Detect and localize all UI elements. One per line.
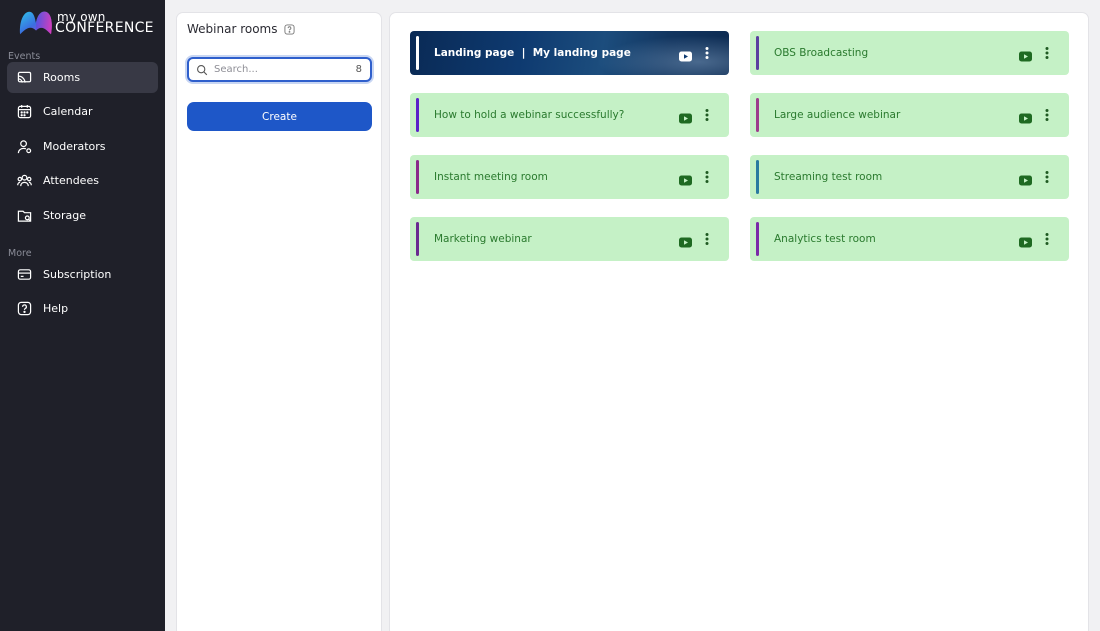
help-icon	[16, 301, 32, 317]
room-name: Large audience webinar	[774, 109, 901, 121]
more-options-icon[interactable]	[1041, 46, 1053, 60]
room-card[interactable]: How to hold a webinar successfully?	[410, 93, 729, 137]
youtube-icon	[679, 109, 692, 124]
more-options-icon[interactable]	[1041, 108, 1053, 122]
sidebar-item-label: Storage	[43, 209, 87, 222]
room-card[interactable]: OBS Broadcasting	[750, 31, 1069, 75]
more-options-icon[interactable]	[701, 46, 713, 60]
more-options-icon[interactable]	[1041, 170, 1053, 184]
sidebar-item-label: Attendees	[43, 174, 99, 187]
room-card[interactable]: Streaming test room	[750, 155, 1069, 199]
sidebar-item-label: Rooms	[43, 71, 81, 84]
room-name: Marketing webinar	[434, 233, 532, 245]
card-icon	[16, 267, 32, 283]
sidebar-item-label: Moderators	[43, 140, 106, 153]
room-accent-bar	[416, 98, 419, 132]
room-card[interactable]: Analytics test room	[750, 217, 1069, 261]
room-card[interactable]: Large audience webinar	[750, 93, 1069, 137]
search-result-count: 8	[355, 64, 362, 75]
sidebar: my own CONFERENCE Events Rooms Calendar …	[0, 0, 165, 631]
panel-title-row: Webinar rooms	[187, 22, 295, 36]
more-options-icon[interactable]	[701, 108, 713, 122]
more-options-icon[interactable]	[701, 232, 713, 246]
cast-icon	[16, 70, 32, 86]
events-section-label: Events	[8, 51, 41, 62]
calendar-icon	[16, 104, 32, 120]
youtube-icon	[1019, 47, 1032, 62]
youtube-icon	[1019, 233, 1032, 248]
sidebar-item-storage[interactable]: Storage	[7, 200, 158, 231]
room-name: Landing page | My landing page	[434, 47, 631, 59]
youtube-icon	[1019, 171, 1032, 186]
room-accent-bar	[756, 98, 759, 132]
sidebar-item-attendees[interactable]: Attendees	[7, 165, 158, 196]
youtube-icon	[679, 171, 692, 186]
rooms-grid: Landing page | My landing page OBS Broad…	[389, 12, 1089, 631]
room-accent-bar	[416, 160, 419, 194]
room-name: How to hold a webinar successfully?	[434, 109, 625, 121]
sidebar-item-subscription[interactable]: Subscription	[7, 259, 158, 290]
room-card[interactable]: Instant meeting room	[410, 155, 729, 199]
room-accent-bar	[756, 36, 759, 70]
room-accent-bar	[756, 222, 759, 256]
room-name: Analytics test room	[774, 233, 876, 245]
create-button[interactable]: Create	[187, 102, 372, 131]
sidebar-item-label: Subscription	[43, 268, 112, 281]
room-name: Streaming test room	[774, 171, 883, 183]
room-accent-bar	[416, 36, 419, 70]
more-section-label: More	[8, 248, 32, 259]
sidebar-item-rooms[interactable]: Rooms	[7, 62, 158, 93]
room-name: Instant meeting room	[434, 171, 548, 183]
app-logo[interactable]: my own CONFERENCE	[17, 7, 157, 39]
more-options-icon[interactable]	[701, 170, 713, 184]
search-input[interactable]	[214, 64, 344, 75]
rooms-panel: Webinar rooms 8 Create	[176, 12, 382, 631]
attendees-icon	[16, 173, 32, 189]
page-title: Webinar rooms	[187, 22, 278, 36]
logo-icon	[19, 11, 52, 35]
sidebar-item-calendar[interactable]: Calendar	[7, 96, 158, 127]
room-accent-bar	[416, 222, 419, 256]
info-icon[interactable]	[283, 23, 295, 35]
room-accent-bar	[756, 160, 759, 194]
youtube-icon	[679, 233, 692, 248]
room-card-landing[interactable]: Landing page | My landing page	[410, 31, 729, 75]
sidebar-item-label: Help	[43, 302, 69, 315]
sidebar-item-help[interactable]: Help	[7, 293, 158, 324]
sidebar-item-moderators[interactable]: Moderators	[7, 131, 158, 162]
logo-text-big: CONFERENCE	[55, 20, 154, 36]
search-field[interactable]: 8	[187, 57, 372, 82]
room-name: OBS Broadcasting	[774, 47, 869, 59]
youtube-icon	[1019, 109, 1032, 124]
search-icon	[196, 64, 208, 76]
youtube-icon	[679, 47, 692, 62]
storage-icon	[16, 208, 32, 224]
more-options-icon[interactable]	[1041, 232, 1053, 246]
moderator-icon	[16, 139, 32, 155]
room-card[interactable]: Marketing webinar	[410, 217, 729, 261]
sidebar-item-label: Calendar	[43, 105, 93, 118]
